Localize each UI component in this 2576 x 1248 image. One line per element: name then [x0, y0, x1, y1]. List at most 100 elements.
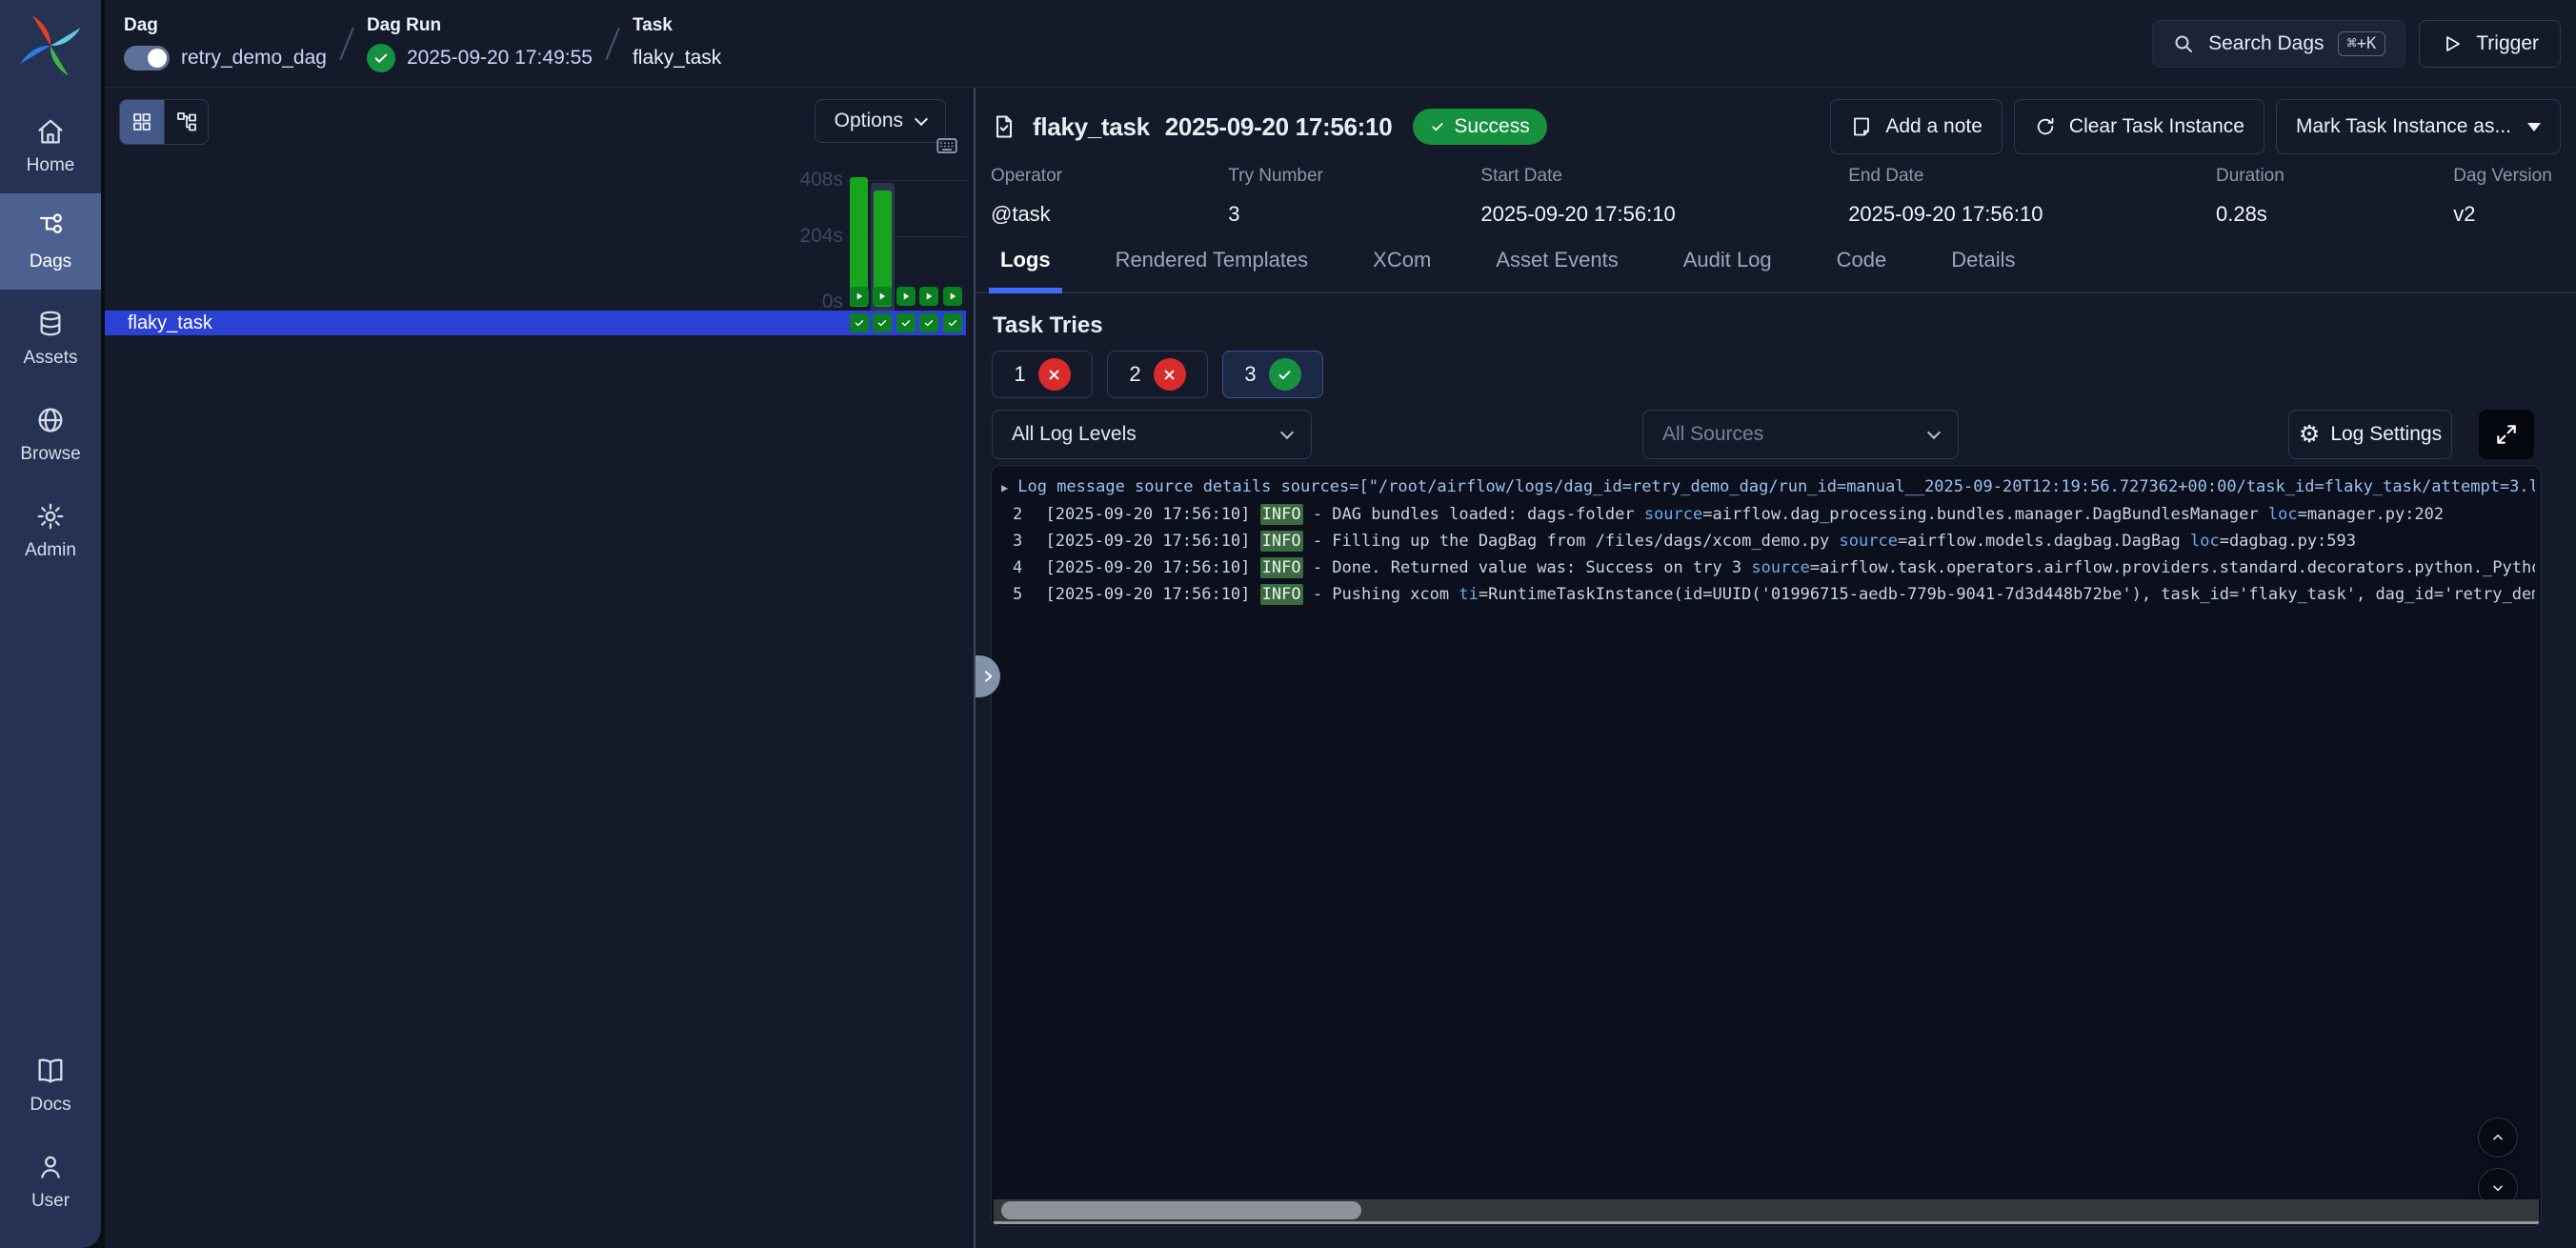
clear-task-instance-label: Clear Task Instance [2069, 115, 2244, 138]
log-sources-select[interactable]: All Sources [1642, 410, 1959, 459]
clear-task-instance-button[interactable]: Clear Task Instance [2014, 99, 2264, 154]
sidebar-item-label: Assets [23, 348, 77, 369]
log-line[interactable]: 2 [2025-09-20 17:56:10] INFO - DAG bundl… [1001, 501, 2535, 528]
task-try-2-button[interactable]: 2 [1107, 351, 1208, 398]
sidebar-bottom-nav: DocsUser [0, 1037, 101, 1229]
sidebar-item-browse[interactable]: Browse [0, 386, 101, 482]
horizontal-scrollbar[interactable] [994, 1199, 2539, 1224]
play-icon [2441, 32, 2464, 55]
status-label: Success [1454, 115, 1529, 138]
meta-value: 2025-09-20 17:56:10 [1480, 202, 1848, 227]
gantt-run-square[interactable] [873, 287, 892, 306]
scrollbar-thumb[interactable] [1001, 1201, 1361, 1219]
tab-xcom[interactable]: XCom [1361, 240, 1442, 292]
log-panel: ▶Log message source details sources=["/r… [991, 465, 2542, 1227]
dag-pause-toggle[interactable] [124, 46, 170, 70]
trigger-button[interactable]: Trigger [2419, 20, 2561, 68]
try-number: 1 [1014, 362, 1025, 387]
log-levels-select[interactable]: All Log Levels [992, 410, 1312, 459]
sidebar-item-admin[interactable]: Admin [0, 482, 101, 578]
gantt-task-instance-square[interactable] [943, 313, 962, 332]
sidebar-item-assets[interactable]: Assets [0, 290, 101, 386]
tab-details[interactable]: Details [1940, 240, 2026, 292]
log-line[interactable]: 5 [2025-09-20 17:56:10] INFO - Pushing x… [1001, 581, 2535, 608]
task-actions: Add a note Clear Task Instance Mark Task… [1830, 99, 2561, 154]
tab-rendered-templates[interactable]: Rendered Templates [1104, 240, 1320, 292]
gantt-run-square[interactable] [943, 287, 962, 306]
gantt-task-row[interactable]: flaky_task [105, 311, 966, 335]
add-note-button[interactable]: Add a note [1830, 99, 2002, 154]
log-line[interactable]: 3 [2025-09-20 17:56:10] INFO - Filling u… [1001, 528, 2535, 554]
database-icon [35, 309, 66, 339]
gantt-axis-tick: 408s [748, 169, 843, 191]
log-level-badge: INFO [1260, 504, 1303, 525]
disclosure-triangle-icon[interactable]: ▶ [1001, 481, 1008, 494]
sidebar-item-home[interactable]: Home [0, 97, 101, 193]
status-badge: Success [1413, 109, 1546, 145]
grid-panel: Options 408s204s0sflaky_task [105, 88, 974, 1248]
log-message-text: - DAG bundles loaded: dags-folder [1303, 505, 1644, 524]
mark-task-instance-as-button[interactable]: Mark Task Instance as... [2276, 99, 2561, 154]
sidebar-item-dags[interactable]: Dags [0, 193, 101, 290]
try-number: 3 [1244, 362, 1256, 387]
task-file-icon [991, 111, 1017, 142]
log-message-text: - Pushing xcom [1303, 585, 1459, 604]
book-icon [35, 1056, 66, 1086]
log-key-token: source [1751, 558, 1809, 577]
meta-dag-version: Dag Versionv2 [2453, 166, 2566, 227]
task-tries-heading: Task Tries [993, 312, 1103, 339]
chevron-down-icon [1280, 426, 1294, 439]
log-key-token: loc [2190, 532, 2220, 551]
tab-code[interactable]: Code [1825, 240, 1899, 292]
expand-logs-button[interactable] [2479, 410, 2534, 459]
meta-duration: Duration 0.28s [2216, 166, 2453, 227]
sidebar-item-user[interactable]: User [0, 1133, 101, 1229]
task-try-1-button[interactable]: 1 [992, 351, 1093, 398]
task-run-timestamp: 2025-09-20 17:56:10 [1165, 112, 1393, 142]
tab-asset-events[interactable]: Asset Events [1484, 240, 1629, 292]
log-key-token: ti [1459, 585, 1478, 604]
log-timestamp: [2025-09-20 17:56:10] [1026, 585, 1260, 604]
gantt-run-square[interactable] [850, 287, 869, 306]
log-timestamp: [2025-09-20 17:56:10] [1026, 505, 1260, 524]
gantt-task-instance-square[interactable] [919, 313, 938, 332]
gantt-task-instance-square[interactable] [873, 313, 892, 332]
log-message-text: - Done. Returned value was: Success on t… [1303, 558, 1752, 577]
airflow-logo-icon[interactable] [14, 10, 87, 82]
log-message-text: =airflow.models.dagbag.DagBag [1898, 532, 2190, 551]
task-try-3-button[interactable]: 3 [1222, 351, 1323, 398]
dag-run-link[interactable]: 2025-09-20 17:49:55 [407, 47, 593, 70]
gear-icon: ⚙ [2299, 423, 2320, 447]
log-line[interactable]: 4 [2025-09-20 17:56:10] INFO - Done. Ret… [1001, 554, 2535, 581]
log-message-text: - Filling up the DagBag from /files/dags… [1303, 532, 1840, 551]
meta-value: 0.28s [2216, 202, 2453, 227]
gantt-run-square[interactable] [896, 287, 916, 306]
breadcrumb-separator [339, 27, 353, 59]
try-number: 2 [1129, 362, 1140, 387]
globe-icon [35, 405, 66, 435]
dag-link[interactable]: retry_demo_dag [181, 47, 327, 70]
tab-logs[interactable]: Logs [989, 240, 1062, 293]
gantt-task-instance-square[interactable] [896, 313, 916, 332]
person-icon [35, 1152, 66, 1182]
caret-down-icon [2527, 123, 2541, 131]
meta-value: 2025-09-20 17:56:10 [1848, 202, 2216, 227]
log-source-group-line[interactable]: ▶Log message source details sources=["/r… [1001, 473, 2535, 501]
dag-icon [35, 212, 66, 243]
log-controls: All Log Levels All Sources ⚙ Log Setting… [976, 410, 2542, 459]
log-key-token: loc [2268, 505, 2298, 524]
scroll-to-top-button[interactable] [2478, 1117, 2518, 1157]
search-dags-button[interactable]: Search Dags ⌘+K [2152, 20, 2405, 68]
meta-label: Duration [2216, 166, 2453, 187]
tab-audit-log[interactable]: Audit Log [1672, 240, 1783, 292]
home-icon [35, 116, 66, 147]
breadcrumb-separator [605, 27, 619, 59]
log-settings-button[interactable]: ⚙ Log Settings [2288, 410, 2452, 459]
gantt-task-instance-square[interactable] [850, 313, 869, 332]
sidebar-item-docs[interactable]: Docs [0, 1037, 101, 1133]
gantt-run-square[interactable] [919, 287, 938, 306]
meta-value: 3 [1228, 202, 1480, 227]
success-icon [1269, 358, 1301, 391]
log-message-text: =airflow.dag_processing.bundles.manager.… [1702, 505, 2268, 524]
breadcrumb-dag: Dag retry_demo_dag [124, 15, 327, 72]
